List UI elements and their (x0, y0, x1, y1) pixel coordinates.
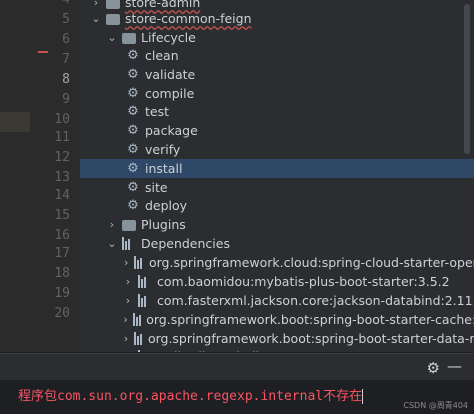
lifecycle-goal-item[interactable]: ⚙ clean (80, 46, 474, 65)
tree-node-folder[interactable]: ⌄ Lifecycle (80, 28, 474, 47)
tree-node-label: com.baomidou:mybatis-plus-boot-starter:3… (157, 274, 450, 289)
tree-node-folder[interactable]: › Plugins (80, 215, 474, 234)
lifecycle-goal-item[interactable]: ⚙ install (80, 159, 474, 178)
tree-node-label: com.fasterxml.jackson.core:jackson-datab… (157, 293, 474, 308)
tree-node-label: Dependencies (141, 236, 230, 251)
dependency-item[interactable]: › org.springframework.cloud:spring-cloud-… (80, 253, 474, 272)
library-icon (122, 237, 136, 250)
tree-node-label: site (145, 180, 168, 195)
gear-icon: ⚙ (127, 179, 139, 195)
line-number: 20 (54, 306, 70, 321)
gear-icon: ⚙ (127, 66, 139, 82)
line-number: 11 (54, 130, 70, 145)
line-number: 18 (54, 266, 70, 281)
console-output: 程序包com.sun.org.apache.regexp.internal不存在… (0, 380, 474, 414)
current-line-highlight (0, 112, 30, 132)
line-number: 4 (62, 0, 70, 7)
tree-node-lib[interactable]: ⌄ Dependencies (80, 234, 474, 253)
lifecycle-goal-item[interactable]: ⚙ validate (80, 65, 474, 84)
chevron-right-icon[interactable]: › (122, 275, 134, 288)
lifecycle-goal-item[interactable]: ⚙ package (80, 121, 474, 140)
chevron-right-icon[interactable]: › (90, 0, 102, 9)
library-icon (134, 256, 144, 269)
watermark: CSDN @周青404 (403, 401, 468, 410)
library-icon (133, 313, 142, 326)
chevron-right-icon[interactable]: › (122, 294, 134, 307)
settings-gear-icon[interactable]: ⚙ (427, 359, 440, 377)
gear-icon: ⚙ (127, 122, 139, 138)
chevron-right-icon[interactable]: › (122, 332, 130, 345)
chevron-down-icon[interactable]: ⌄ (106, 31, 118, 44)
chevron-down-icon[interactable]: ⌄ (106, 237, 118, 250)
lifecycle-goal-item[interactable]: ⚙ test (80, 102, 474, 121)
line-number: 7 (62, 52, 70, 67)
library-icon (138, 275, 152, 288)
folder-icon (106, 12, 120, 26)
lifecycle-goal-item[interactable]: ⚙ site (80, 178, 474, 197)
line-number: 19 (54, 286, 70, 301)
tree-node-module[interactable]: ⌄ store-common-feign (80, 9, 474, 28)
folder-icon (122, 218, 136, 232)
dependency-item[interactable]: › org.springframework.boot:spring-boot-st… (80, 329, 474, 348)
tree-node-label: install (145, 161, 183, 176)
gear-icon: ⚙ (127, 160, 139, 176)
lifecycle-goal-item[interactable]: ⚙ compile (80, 84, 474, 103)
dependency-item[interactable]: › org.springframework.boot:spring-boot-st… (80, 310, 474, 329)
library-icon (138, 294, 152, 307)
line-number: 10 (54, 112, 70, 127)
tree-node-label: compile (145, 86, 195, 101)
line-number: 12 (54, 150, 70, 165)
minimize-icon[interactable]: — (447, 357, 462, 375)
tree-node-label: org.springframework.cloud:spring-cloud-s… (148, 255, 474, 270)
tree-node-label: deploy (145, 198, 188, 213)
chevron-right-icon[interactable]: › (122, 313, 129, 326)
chevron-right-icon[interactable]: › (122, 256, 130, 269)
chevron-down-icon[interactable]: ⌄ (90, 12, 102, 25)
line-number: 6 (62, 32, 70, 47)
error-message: 程序包com.sun.org.apache.regexp.internal不存在 (18, 389, 364, 404)
line-number: 9 (62, 92, 70, 107)
line-number: 8 (62, 72, 70, 87)
chevron-right-icon[interactable]: › (106, 218, 118, 231)
gear-icon: ⚙ (127, 141, 139, 157)
tree-node-label: test (145, 104, 170, 119)
line-number-gutter: 4 5 6 7 8 9 10 11 12 13 14 15 16 17 18 19 20 (0, 0, 80, 352)
tree-node-label: Plugins (141, 217, 186, 232)
gear-icon: ⚙ (127, 103, 139, 119)
lifecycle-goal-item[interactable]: ⚙ verify (80, 140, 474, 159)
line-number: 13 (54, 170, 70, 185)
tree-node-label: package (145, 123, 198, 138)
tree-node-label: verify (145, 142, 181, 157)
gear-icon: ⚙ (127, 197, 139, 213)
line-number: 14 (54, 188, 70, 203)
tree-node-label: org.springframework.boot:spring-boot-sta… (146, 312, 474, 327)
folder-icon (122, 31, 136, 45)
error-marker (38, 51, 48, 53)
text-caret (362, 389, 364, 404)
gear-icon: ⚙ (127, 85, 139, 101)
library-icon (133, 332, 143, 345)
tree-node-label: org.springframework.boot:spring-boot-sta… (147, 331, 474, 346)
tree-node-label: store-common-feign (125, 11, 252, 26)
maven-tree: › store-admin ⌄ store-common-feign ⌄ Lifecycl… (80, 0, 474, 352)
tree-node-label: validate (145, 67, 196, 82)
console-toolbar: ⚙ — (0, 352, 474, 381)
gear-icon: ⚙ (127, 47, 139, 63)
dependency-item[interactable]: › com.fasterxml.jackson.core:jackson-data… (80, 291, 474, 310)
dependency-item[interactable]: › com.baomidou:mybatis-plus-boot-starter:… (80, 272, 474, 291)
line-number: 17 (54, 246, 70, 261)
line-number: 5 (62, 12, 70, 27)
line-number: 16 (54, 228, 70, 243)
line-number: 15 (54, 208, 70, 223)
tree-node-label: Lifecycle (141, 30, 196, 45)
lifecycle-goal-item[interactable]: ⚙ deploy (80, 196, 474, 215)
tree-node-label: clean (145, 48, 179, 63)
